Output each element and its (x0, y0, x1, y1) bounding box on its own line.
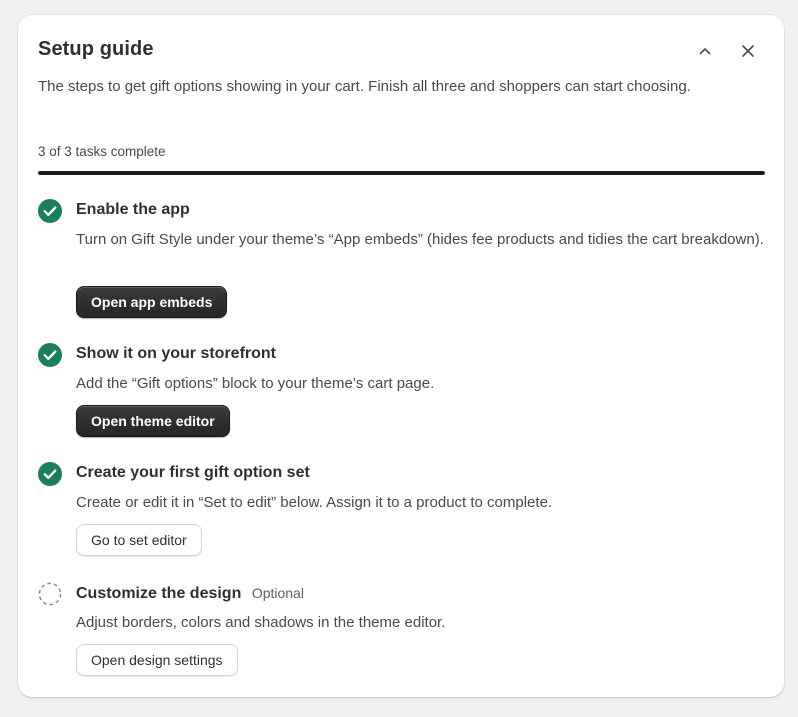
task-description: Create or edit it in “Set to edit” below… (76, 494, 553, 511)
open-theme-editor-button[interactable]: Open theme editor (76, 405, 230, 437)
setup-guide-description: The steps to get gift options showing in… (38, 78, 691, 95)
chevron-up-icon (699, 48, 711, 55)
check-circle-icon (38, 343, 62, 367)
close-button[interactable] (734, 37, 762, 65)
task-description: Add the “Gift options” block to your the… (76, 375, 435, 392)
task-title: Enable the app (76, 201, 190, 218)
incomplete-circle-icon (38, 582, 62, 606)
setup-guide-title: Setup guide (38, 38, 154, 60)
task-title: Create your first gift option set (76, 464, 310, 481)
task-description: Adjust borders, colors and shadows in th… (76, 614, 446, 631)
open-design-settings-button[interactable]: Open design settings (76, 644, 238, 676)
check-circle-icon (38, 462, 62, 486)
setup-guide-card: Setup guide The steps to get gift option… (18, 15, 784, 697)
task-title: Customize the design Optional (76, 582, 304, 605)
close-icon (742, 45, 754, 57)
progress-bar-fill (38, 171, 765, 175)
task-title: Show it on your storefront (76, 345, 276, 362)
go-to-set-editor-button[interactable]: Go to set editor (76, 524, 202, 556)
optional-label: Optional (251, 585, 304, 601)
progress-label: 3 of 3 tasks complete (38, 144, 166, 159)
task-description: Turn on Gift Style under your theme’s “A… (76, 231, 764, 248)
progress-bar (38, 171, 765, 175)
check-circle-icon (38, 199, 62, 223)
task-title-text: Customize the design (76, 585, 242, 602)
collapse-button[interactable] (691, 37, 719, 65)
open-app-embeds-button[interactable]: Open app embeds (76, 286, 228, 318)
